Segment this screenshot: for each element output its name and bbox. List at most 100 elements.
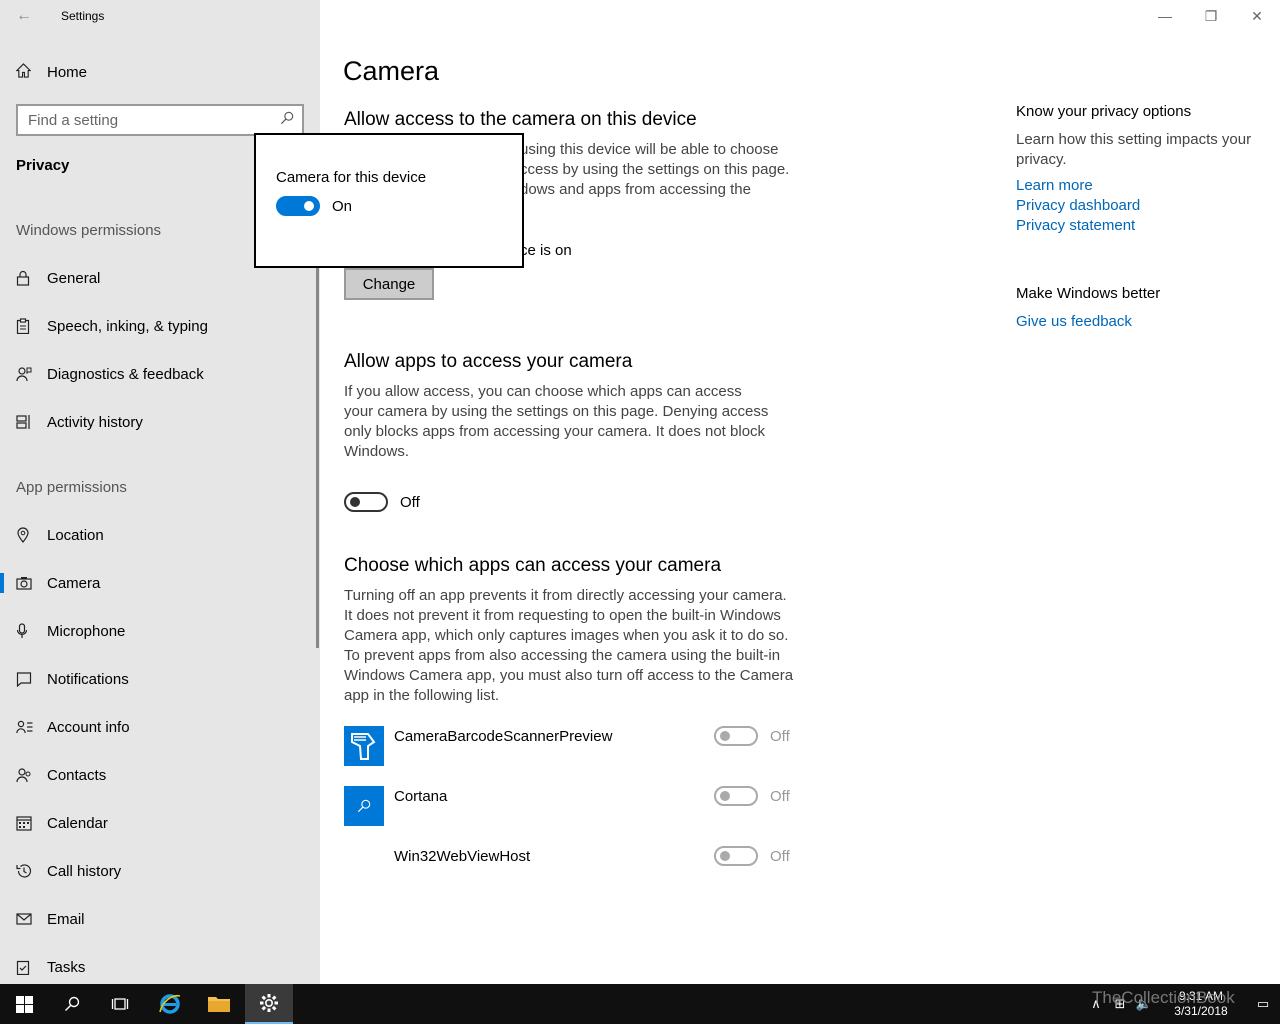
- home-label: Home: [47, 63, 88, 81]
- person-feedback-icon: [16, 366, 47, 382]
- give-feedback-link[interactable]: Give us feedback: [1016, 313, 1132, 330]
- page-title: Camera: [343, 56, 440, 86]
- sidebar-item-label: Microphone: [47, 622, 126, 640]
- apps-access-description: If you allow access, you can choose whic…: [344, 383, 769, 460]
- sidebar-item-calendar[interactable]: Calendar: [0, 803, 320, 843]
- barcode-scanner-toggle[interactable]: [714, 726, 758, 746]
- change-button[interactable]: Change: [344, 268, 434, 300]
- lock-icon: [16, 270, 47, 286]
- back-arrow-icon: ←: [16, 7, 32, 24]
- app-row-barcode-scanner: CameraBarcodeScannerPreview Off: [344, 726, 804, 766]
- start-button[interactable]: [0, 984, 48, 1024]
- cortana-toggle-label: Off: [770, 788, 790, 805]
- tasks-icon: [16, 959, 47, 975]
- folder-icon: [208, 997, 230, 1012]
- taskbar-edge-button[interactable]: [146, 984, 194, 1024]
- microphone-icon: [16, 623, 47, 639]
- sidebar-item-label: Contacts: [47, 766, 107, 784]
- taskbar-search-button[interactable]: [48, 984, 96, 1024]
- privacy-statement-link[interactable]: Privacy statement: [1016, 217, 1135, 234]
- windows-permissions-label: Windows permissions: [16, 222, 162, 239]
- search-input[interactable]: [28, 111, 268, 129]
- task-view-icon: [111, 998, 129, 1010]
- taskbar-settings-button[interactable]: [245, 984, 293, 1024]
- internet-explorer-icon: [159, 994, 181, 1014]
- search-icon: [65, 996, 80, 1011]
- sidebar-item-label: Notifications: [47, 670, 129, 688]
- sidebar-item-speech[interactable]: Speech, inking, & typing: [0, 306, 320, 346]
- email-icon: [16, 913, 47, 925]
- sidebar-item-label: Calendar: [47, 814, 108, 832]
- clipboard-icon: [16, 318, 47, 334]
- apps-access-toggle-label: Off: [400, 494, 420, 511]
- sidebar-item-label: Activity history: [47, 413, 143, 431]
- sidebar-item-label: Camera: [47, 574, 101, 592]
- account-info-icon: [16, 720, 47, 734]
- app-name: CameraBarcodeScannerPreview: [394, 728, 613, 745]
- sidebar-item-notifications[interactable]: Notifications: [0, 659, 320, 699]
- windows-logo-icon: [15, 995, 33, 1013]
- sidebar-item-label: General: [47, 269, 101, 287]
- app-permissions-label: App permissions: [16, 479, 127, 496]
- camera-device-toggle-label: On: [332, 198, 353, 215]
- sidebar-item-email[interactable]: Email: [0, 899, 320, 939]
- call-history-icon: [16, 863, 47, 879]
- flyout-title: Camera for this device: [276, 169, 427, 186]
- sidebar-item-label: Tasks: [47, 958, 86, 976]
- location-icon: [16, 527, 47, 543]
- taskbar-file-explorer-button[interactable]: [195, 984, 243, 1024]
- app-row-cortana: Cortana Off: [344, 786, 804, 826]
- action-center-icon[interactable]: ▭: [1246, 996, 1280, 1012]
- contacts-icon: [16, 767, 47, 783]
- camera-device-flyout: Camera for this device On: [254, 133, 524, 268]
- minimize-button[interactable]: —: [1142, 0, 1188, 32]
- learn-more-link[interactable]: Learn more: [1016, 177, 1093, 194]
- device-access-heading: Allow access to the camera on this devic…: [344, 109, 697, 130]
- toggle-knob: [304, 201, 314, 211]
- close-button[interactable]: ✕: [1234, 0, 1280, 32]
- restore-icon: ❐: [1204, 7, 1218, 24]
- back-button[interactable]: ←: [0, 0, 48, 32]
- win32webviewhost-toggle[interactable]: [714, 846, 758, 866]
- sidebar-item-label: Call history: [47, 862, 122, 880]
- camera-device-toggle[interactable]: [276, 196, 320, 216]
- sidebar-item-tasks[interactable]: Tasks: [0, 947, 320, 984]
- sidebar-item-diagnostics[interactable]: Diagnostics & feedback: [0, 354, 320, 394]
- taskbar: ∧ ⊞ 🔈 9:31 AM 3/31/2018 ▭ TheCollectionB…: [0, 984, 1280, 1024]
- barcode-scanner-icon: [344, 726, 384, 766]
- task-view-button[interactable]: [96, 984, 144, 1024]
- close-icon: ✕: [1251, 7, 1263, 24]
- restore-button[interactable]: ❐: [1188, 0, 1234, 32]
- privacy-dashboard-link[interactable]: Privacy dashboard: [1016, 197, 1140, 214]
- home-nav-item[interactable]: Home: [0, 52, 320, 92]
- sidebar-item-label: Location: [47, 526, 104, 544]
- cortana-toggle[interactable]: [714, 786, 758, 806]
- sidebar-item-camera[interactable]: Camera: [0, 563, 320, 603]
- sidebar-item-label: Email: [47, 910, 85, 928]
- watermark-text: TheCollectionBook: [1092, 988, 1235, 1007]
- apps-access-heading: Allow apps to access your camera: [344, 351, 633, 372]
- apps-access-toggle[interactable]: [344, 492, 388, 512]
- sidebar-item-call-history[interactable]: Call history: [0, 851, 320, 891]
- toggle-knob: [720, 851, 730, 861]
- calendar-icon: [16, 815, 47, 831]
- sidebar-item-label: Account info: [47, 718, 130, 736]
- toggle-knob: [720, 731, 730, 741]
- sidebar-item-contacts[interactable]: Contacts: [0, 755, 320, 795]
- window-controls: — ❐ ✕: [1142, 0, 1280, 32]
- app-title: Settings: [61, 9, 105, 23]
- gear-icon: [260, 994, 278, 1012]
- sidebar-item-microphone[interactable]: Microphone: [0, 611, 320, 651]
- sidebar-item-label: Diagnostics & feedback: [47, 365, 204, 383]
- app-name: Cortana: [394, 788, 448, 805]
- home-icon: [15, 62, 47, 82]
- sidebar-item-location[interactable]: Location: [0, 515, 320, 555]
- section-title: Privacy: [16, 157, 70, 174]
- sidebar-item-account-info[interactable]: Account info: [0, 707, 320, 747]
- win32webviewhost-toggle-label: Off: [770, 848, 790, 865]
- choose-apps-heading: Choose which apps can access your camera: [344, 555, 722, 576]
- search-icon[interactable]: [280, 111, 294, 128]
- choose-apps-description: Turning off an app prevents it from dire…: [344, 587, 794, 704]
- search-box[interactable]: [16, 104, 304, 136]
- sidebar-item-activity-history[interactable]: Activity history: [0, 402, 320, 442]
